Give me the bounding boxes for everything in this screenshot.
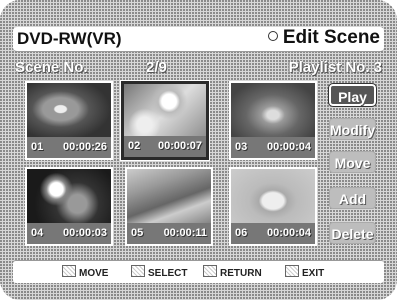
move-hint: MOVE [62,265,108,279]
scene-image [27,83,111,141]
scene-caption: 03 00:00:04 [231,137,315,158]
scene-image [27,169,111,227]
exit-hint: EXIT [285,265,324,279]
playlist-label: Playlist No. 3 [288,59,382,76]
mode-title: Edit Scene [267,27,380,49]
scene-number: 02 [128,140,141,152]
return-icon [203,265,217,277]
scene-caption: 06 00:00:04 [231,223,315,244]
scene-thumbnail-3[interactable]: 03 00:00:04 [229,81,317,160]
enter-icon [131,265,145,277]
footer-hints: MOVE SELECT RETURN EXIT [13,260,384,283]
scene-time: 00:00:03 [62,227,107,239]
scene-number: 03 [235,141,248,153]
select-hint: SELECT [131,265,187,279]
scene-thumbnail-6[interactable]: 06 00:00:04 [229,167,317,246]
mode-indicator-icon [267,31,278,41]
exit-hint-label: EXIT [302,268,325,279]
disc-type-title: DVD-RW(VR) [17,29,122,48]
scene-thumbnail-2[interactable]: 02 00:00:07 [120,80,210,161]
scene-thumbnail-1[interactable]: 01 00:00:26 [25,81,113,160]
play-button[interactable]: Play [328,83,377,107]
scene-thumbnail-5[interactable]: 05 00:00:11 [125,167,213,246]
scene-image [124,84,206,142]
scene-number: 04 [31,227,44,239]
scene-thumbnail-4[interactable]: 04 00:00:03 [25,167,113,246]
scene-time: 00:00:07 [157,140,202,152]
select-hint-label: SELECT [148,268,188,279]
scene-number: 05 [131,227,144,239]
scene-label: Scene No. [15,59,88,76]
scene-caption: 04 00:00:03 [27,223,111,244]
return-hint: RETURN [203,265,262,279]
scene-caption: 02 00:00:07 [124,136,206,157]
scene-time: 00:00:11 [163,227,207,239]
move-hint-label: MOVE [79,268,109,279]
scene-image [231,169,315,227]
arrows-icon [62,265,76,277]
exit-icon [285,265,299,277]
add-button[interactable]: Add [329,187,376,209]
scene-time: 00:00:26 [62,141,107,153]
scene-counter: 2/9 [146,59,167,76]
info-bar: Scene No. 2/9 Playlist No. 3 [13,55,384,79]
mode-title-text: Edit Scene [282,27,380,48]
return-hint-label: RETURN [220,268,262,279]
scene-number: 01 [31,141,44,153]
title-bar: DVD-RW(VR) Edit Scene [13,27,384,52]
scene-time: 00:00:04 [266,141,311,153]
scene-caption: 05 00:00:11 [127,223,211,244]
delete-button[interactable]: Delete [329,222,376,244]
scene-time: 00:00:04 [266,227,311,239]
scene-number: 06 [235,227,248,239]
scene-image [127,169,211,227]
move-button[interactable]: Move [329,151,376,173]
scene-caption: 01 00:00:26 [27,137,111,158]
scene-image [231,83,315,141]
modify-button[interactable]: Modify [329,118,376,140]
